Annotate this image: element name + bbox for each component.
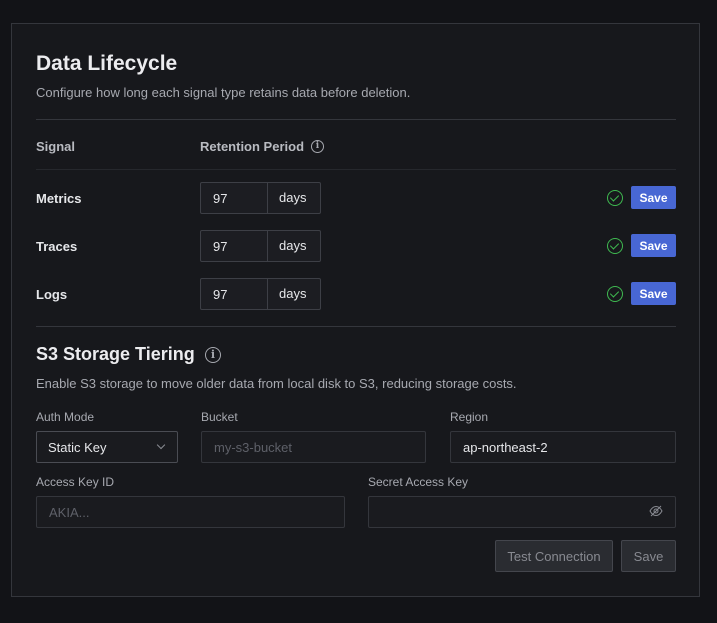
column-header-retention: Retention Period (200, 139, 305, 154)
divider (36, 119, 676, 120)
auth-mode-label: Auth Mode (36, 410, 95, 424)
row-label-traces: Traces (36, 239, 78, 254)
s3-section-title: S3 Storage Tiering (36, 344, 195, 364)
metrics-retention-unit: days (267, 182, 321, 214)
column-header-signal: Signal (36, 139, 76, 154)
traces-retention-unit: days (267, 230, 321, 262)
access-key-label: Access Key ID (36, 475, 115, 489)
traces-retention-input[interactable] (200, 230, 268, 262)
divider (36, 169, 676, 170)
region-label: Region (450, 410, 489, 424)
row-label-metrics: Metrics (36, 191, 82, 206)
s3-section-subtitle: Enable S3 storage to move older data fro… (36, 376, 517, 391)
check-circle-icon (607, 238, 623, 254)
metrics-retention-input[interactable] (200, 182, 268, 214)
eye-off-icon[interactable] (649, 505, 663, 517)
page-title: Data Lifecycle (36, 52, 178, 75)
logs-save-button[interactable]: Save (631, 282, 676, 305)
auth-mode-select[interactable]: Static Key (36, 431, 178, 463)
check-circle-icon (607, 190, 623, 206)
row-label-logs: Logs (36, 287, 68, 302)
access-key-input[interactable] (36, 496, 345, 528)
secret-key-label: Secret Access Key (368, 475, 469, 489)
bucket-input[interactable] (201, 431, 426, 463)
check-circle-icon (607, 286, 623, 302)
test-connection-button[interactable]: Test Connection (495, 540, 613, 572)
data-lifecycle-panel: Data Lifecycle Configure how long each s… (11, 23, 700, 597)
info-icon[interactable]: i (205, 347, 221, 363)
auth-mode-value: Static Key (48, 440, 107, 455)
traces-save-button[interactable]: Save (631, 234, 676, 257)
logs-retention-input[interactable] (200, 278, 268, 310)
divider (36, 326, 676, 327)
region-input[interactable] (450, 431, 676, 463)
metrics-save-button[interactable]: Save (631, 186, 676, 209)
chevron-down-icon (156, 440, 166, 450)
secret-key-input[interactable] (368, 496, 676, 528)
s3-save-button[interactable]: Save (621, 540, 676, 572)
page-subtitle: Configure how long each signal type reta… (36, 85, 411, 100)
bucket-label: Bucket (201, 410, 238, 424)
logs-retention-unit: days (267, 278, 321, 310)
info-icon[interactable]: i (311, 140, 324, 153)
